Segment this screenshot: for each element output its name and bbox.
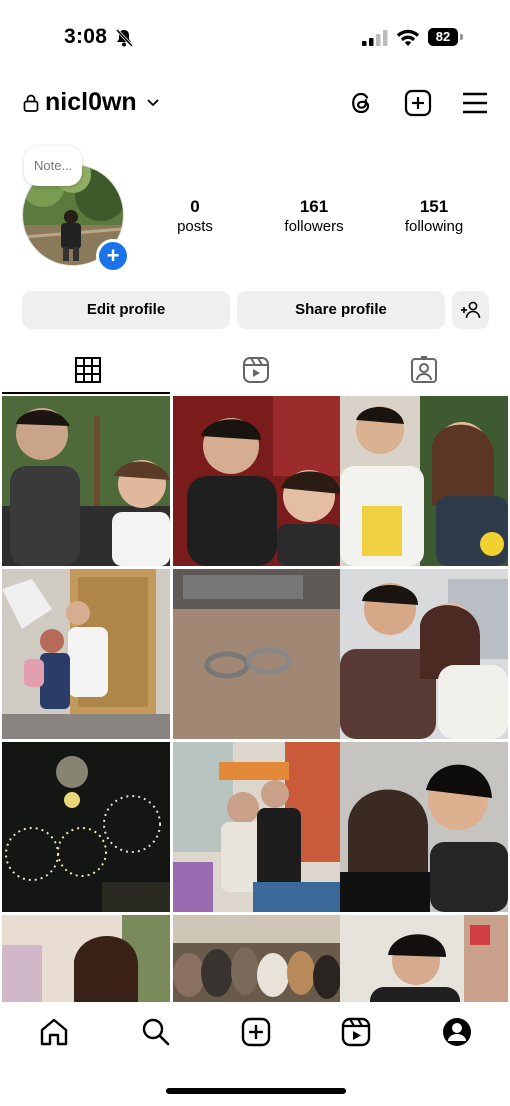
followers-label: followers — [284, 218, 344, 235]
photo-tile[interactable] — [173, 742, 341, 912]
edit-profile-button[interactable]: Edit profile — [22, 291, 230, 329]
photo-tile[interactable] — [173, 569, 341, 739]
following-label: following — [404, 218, 464, 235]
profile-icon[interactable] — [441, 1016, 473, 1048]
stat-posts: 0 posts — [165, 197, 225, 235]
status-time: 3:08 — [64, 25, 108, 48]
signal-icon — [362, 30, 388, 46]
reels-icon[interactable] — [242, 356, 270, 384]
photo-tile[interactable] — [2, 742, 170, 912]
wifi-icon — [396, 29, 420, 46]
photo-tile[interactable] — [2, 569, 170, 739]
photo-tile[interactable] — [173, 396, 341, 566]
threads-icon[interactable] — [347, 88, 377, 118]
battery-level: 82 — [428, 28, 458, 46]
battery-icon: 82 — [428, 28, 464, 46]
photo-tile[interactable] — [340, 396, 508, 566]
grid-icon[interactable] — [74, 356, 102, 384]
bell-slash-icon — [115, 28, 134, 48]
chevron-down-icon[interactable] — [146, 97, 160, 109]
photo-tile[interactable] — [340, 742, 508, 912]
share-profile-button[interactable]: Share profile — [237, 291, 445, 329]
photo-tile[interactable] — [2, 915, 170, 1002]
note-bubble[interactable]: Note... — [24, 146, 83, 186]
create-icon[interactable] — [240, 1016, 272, 1048]
new-post-icon[interactable] — [403, 88, 433, 118]
add-story-button[interactable]: + — [96, 239, 130, 273]
discover-people-button[interactable] — [452, 291, 489, 329]
stat-following[interactable]: 151 following — [394, 197, 474, 235]
followers-count: 161 — [299, 197, 329, 216]
photo-grid — [2, 396, 508, 1002]
search-icon[interactable] — [140, 1016, 172, 1048]
tagged-icon[interactable] — [410, 356, 438, 384]
photo-tile[interactable] — [340, 915, 508, 1002]
reels-nav-icon[interactable] — [340, 1016, 372, 1048]
photo-tile[interactable] — [2, 396, 170, 566]
active-tab-indicator — [2, 392, 170, 394]
add-person-icon — [460, 301, 480, 319]
photo-tile[interactable] — [173, 915, 341, 1002]
photo-tile[interactable] — [340, 569, 508, 739]
lock-icon — [23, 94, 39, 112]
menu-icon[interactable] — [460, 88, 490, 118]
following-count: 151 — [419, 197, 449, 216]
posts-label: posts — [177, 218, 213, 235]
username[interactable]: nicl0wn — [45, 88, 137, 117]
home-icon[interactable] — [38, 1016, 70, 1048]
posts-count: 0 — [190, 197, 200, 216]
home-indicator — [166, 1088, 346, 1094]
stat-followers[interactable]: 161 followers — [274, 197, 354, 235]
